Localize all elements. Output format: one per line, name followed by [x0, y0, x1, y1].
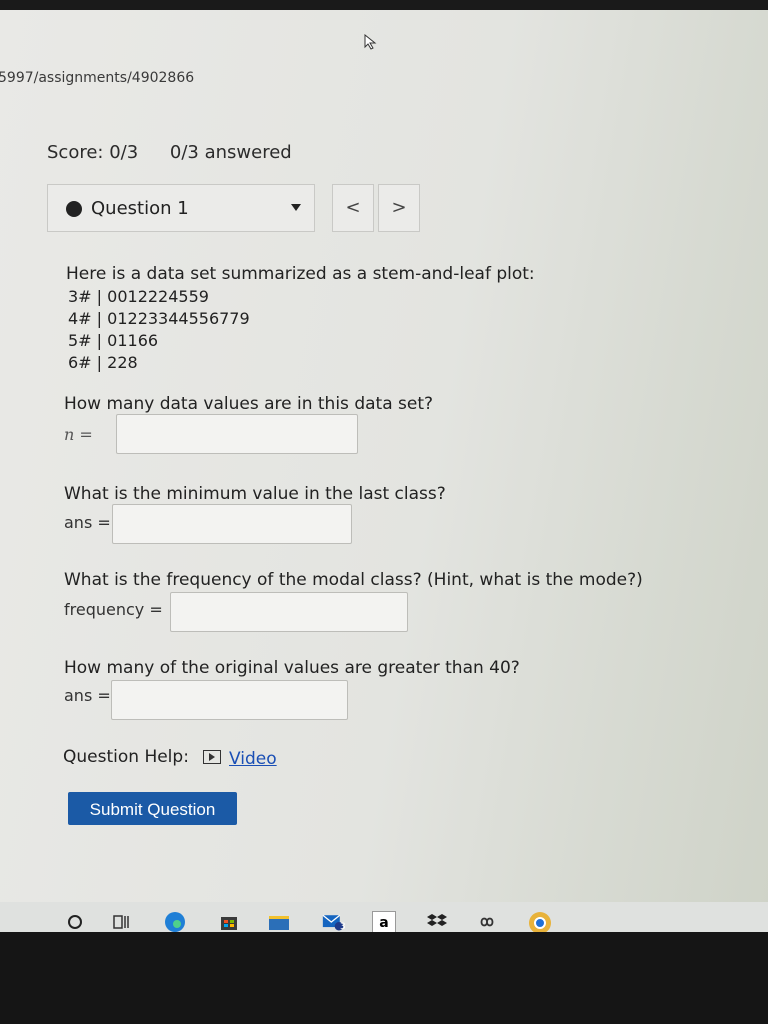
n-input[interactable]: [116, 414, 358, 454]
part2-prompt: What is the minimum value in the last cl…: [64, 484, 446, 504]
min-last-class-input[interactable]: [112, 504, 352, 544]
part1-label: n =: [64, 425, 93, 444]
question-selector-label: Question 1: [91, 198, 189, 219]
prev-question-button[interactable]: <: [332, 184, 374, 232]
dropbox-icon[interactable]: [426, 911, 448, 933]
part3-prompt: What is the frequency of the modal class…: [64, 570, 643, 590]
stem-leaf-row: 6# | 228: [68, 353, 138, 372]
stem-leaf-row: 4# | 01223344556779: [68, 309, 250, 328]
question-intro: Here is a data set summarized as a stem-…: [66, 264, 535, 284]
video-link[interactable]: Video: [229, 749, 277, 769]
browser-viewport: 5997/assignments/4902866 Score: 0/3 0/3 …: [0, 10, 768, 953]
task-view-icon[interactable]: [110, 911, 132, 933]
stem-leaf-row: 5# | 01166: [68, 331, 159, 350]
greater-than-40-input[interactable]: [111, 680, 348, 720]
submit-question-button[interactable]: Submit Question: [68, 792, 237, 825]
stem-leaf-row: 3# | 0012224559: [68, 287, 209, 306]
mail-icon[interactable]: 3: [322, 911, 346, 933]
store-icon[interactable]: [218, 911, 240, 933]
modal-frequency-input[interactable]: [170, 592, 408, 632]
question-help-label: Question Help:: [63, 747, 189, 767]
edge-icon[interactable]: [164, 911, 186, 933]
mail-badge: 3: [340, 922, 346, 932]
video-icon[interactable]: [203, 750, 221, 764]
mouse-cursor-icon: [364, 34, 377, 50]
part1-prompt: How many data values are in this data se…: [64, 394, 434, 414]
file-explorer-icon[interactable]: [268, 911, 290, 933]
question-status-dot-icon: [66, 201, 82, 217]
question-body: Here is a data set summarized as a stem-…: [66, 264, 535, 374]
url-text: 5997/assignments/4902866: [0, 70, 195, 86]
answered-text: 0/3 answered: [169, 142, 292, 163]
score-text: Score: 0/3: [47, 142, 139, 163]
next-question-button[interactable]: >: [378, 184, 420, 232]
part4-prompt: How many of the original values are grea…: [64, 658, 520, 678]
screen-bezel: [0, 932, 768, 1024]
chevron-down-icon: [291, 204, 301, 211]
question-selector[interactable]: Question 1: [47, 184, 315, 232]
part2-label: ans =: [64, 513, 111, 532]
score-row: Score: 0/3 0/3 answered: [47, 142, 318, 163]
part4-label: ans =: [64, 686, 111, 705]
search-icon[interactable]: [64, 911, 86, 933]
part3-label: frequency =: [64, 600, 163, 619]
infinity-icon[interactable]: [476, 911, 498, 933]
